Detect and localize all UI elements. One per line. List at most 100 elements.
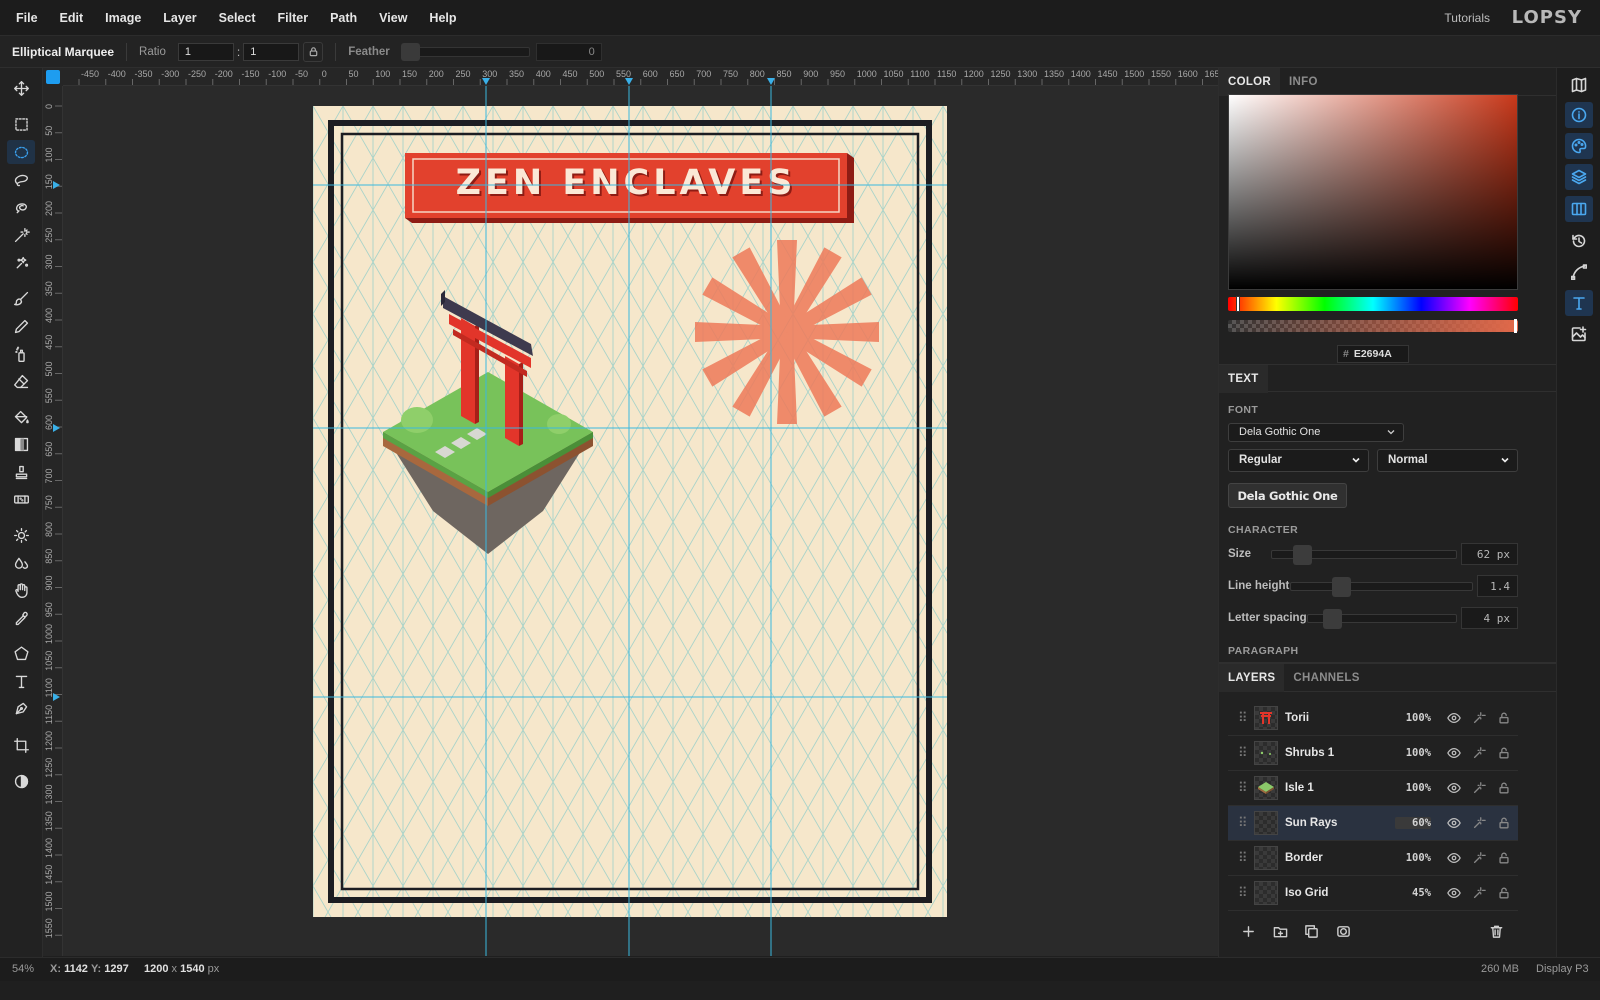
- duplicate-layer-button[interactable]: [1301, 921, 1321, 941]
- menu-view[interactable]: View: [368, 11, 418, 25]
- layer-row-isle-1[interactable]: ⠿ Isle 1 100%: [1228, 771, 1518, 806]
- lock-toggle[interactable]: [1491, 781, 1516, 795]
- menu-edit[interactable]: Edit: [49, 11, 95, 25]
- effects-button[interactable]: [1466, 816, 1491, 830]
- feather-value-input[interactable]: 0: [535, 42, 602, 61]
- vertical-ruler[interactable]: 0 50 100 150 200 250 300 350 400 450 500 550 600 650 7…: [43, 86, 63, 956]
- brush-tool[interactable]: [7, 286, 35, 310]
- color-field[interactable]: [1228, 94, 1518, 290]
- text-tool[interactable]: [7, 669, 35, 693]
- crop-tool[interactable]: [7, 733, 35, 757]
- letter-spacing-slider[interactable]: [1307, 609, 1457, 629]
- hex-input[interactable]: # E2694A: [1337, 345, 1409, 363]
- heal-tool[interactable]: [7, 487, 35, 511]
- hand-tool[interactable]: [7, 578, 35, 602]
- drag-handle-icon[interactable]: ⠿: [1238, 745, 1248, 761]
- size-slider[interactable]: [1271, 545, 1457, 565]
- guide-marker[interactable]: [482, 78, 490, 85]
- guide-marker[interactable]: [625, 78, 633, 85]
- menu-file[interactable]: File: [0, 11, 49, 25]
- layer-opacity[interactable]: 100%: [1395, 712, 1431, 724]
- size-slider-thumb[interactable]: [1293, 545, 1312, 565]
- guide-marker[interactable]: [53, 424, 60, 432]
- visibility-toggle[interactable]: [1441, 816, 1466, 830]
- menu-path[interactable]: Path: [319, 11, 368, 25]
- line-height-slider[interactable]: [1290, 577, 1473, 597]
- magic-wand-tool[interactable]: [7, 223, 35, 247]
- color-panel-button[interactable]: [1565, 133, 1593, 159]
- hue-slider-thumb[interactable]: [1236, 296, 1240, 312]
- drag-handle-icon[interactable]: ⠿: [1238, 885, 1248, 901]
- effects-button[interactable]: [1466, 781, 1491, 795]
- layer-opacity[interactable]: 45%: [1395, 887, 1431, 899]
- font-style-select[interactable]: Normal: [1377, 449, 1518, 472]
- tab-channels[interactable]: CHANNELS: [1284, 664, 1368, 692]
- visibility-toggle[interactable]: [1441, 886, 1466, 900]
- effects-button[interactable]: [1466, 851, 1491, 865]
- lasso-tool[interactable]: [7, 167, 35, 191]
- document-artboard[interactable]: ZEN ENCLAVES: [313, 106, 947, 917]
- channels-panel-button[interactable]: [1565, 196, 1593, 222]
- font-weight-select[interactable]: Regular: [1228, 449, 1369, 472]
- dodge-tool[interactable]: [7, 523, 35, 547]
- ratio-lock-button[interactable]: [303, 41, 324, 62]
- lock-toggle[interactable]: [1491, 711, 1516, 725]
- font-family-select[interactable]: Dela Gothic One: [1228, 423, 1404, 442]
- zoom-level[interactable]: 54%: [12, 963, 34, 975]
- effects-button[interactable]: [1466, 746, 1491, 760]
- history-panel-button[interactable]: [1565, 228, 1593, 254]
- feather-slider-thumb[interactable]: [400, 42, 420, 61]
- menu-image[interactable]: Image: [94, 11, 152, 25]
- guide-marker[interactable]: [767, 78, 775, 85]
- letter-spacing-slider-thumb[interactable]: [1323, 609, 1342, 629]
- alpha-slider[interactable]: [1228, 319, 1518, 333]
- drag-handle-icon[interactable]: ⠿: [1238, 850, 1248, 866]
- visibility-toggle[interactable]: [1441, 781, 1466, 795]
- layer-opacity[interactable]: 100%: [1395, 852, 1431, 864]
- letter-spacing-value-input[interactable]: 4 px: [1461, 607, 1518, 629]
- menu-filter[interactable]: Filter: [267, 11, 320, 25]
- ratio-width-input[interactable]: 1: [177, 42, 234, 61]
- guide-marker[interactable]: [53, 181, 60, 189]
- layers-panel-button[interactable]: [1565, 164, 1593, 190]
- menu-layer[interactable]: Layer: [152, 11, 207, 25]
- layer-row-shrubs-1[interactable]: ⠿ Shrubs 1 100%: [1228, 736, 1518, 771]
- layer-row-torii[interactable]: ⠿ Torii 100%: [1228, 701, 1518, 736]
- visibility-toggle[interactable]: [1441, 851, 1466, 865]
- pencil-tool[interactable]: [7, 314, 35, 338]
- add-layer-button[interactable]: [1238, 921, 1258, 941]
- gradient-tool[interactable]: [7, 432, 35, 456]
- stamp-tool[interactable]: [7, 460, 35, 484]
- effects-button[interactable]: [1466, 886, 1491, 900]
- horizontal-ruler[interactable]: -450 -400 -350 -300 -250 -200 -150 -100 -50 0 50 10…: [63, 68, 1218, 86]
- effects-button[interactable]: [1466, 711, 1491, 725]
- spray-tool[interactable]: [7, 342, 35, 366]
- info-panel-button[interactable]: [1565, 102, 1593, 128]
- map-panel-button[interactable]: [1565, 72, 1593, 98]
- text-panel-button[interactable]: [1565, 290, 1593, 316]
- canvas-area[interactable]: ZEN ENCLAVES: [63, 86, 1218, 956]
- visibility-toggle[interactable]: [1441, 746, 1466, 760]
- quick-select-tool[interactable]: [7, 251, 35, 275]
- magnetic-lasso-tool[interactable]: [7, 195, 35, 219]
- paths-panel-button[interactable]: [1565, 259, 1593, 285]
- delete-layer-button[interactable]: [1486, 921, 1506, 941]
- drag-handle-icon[interactable]: ⠿: [1238, 710, 1248, 726]
- visibility-toggle[interactable]: [1441, 711, 1466, 725]
- layer-row-iso-grid[interactable]: ⠿ Iso Grid 45%: [1228, 876, 1518, 911]
- ratio-height-input[interactable]: 1: [243, 42, 300, 61]
- lock-toggle[interactable]: [1491, 746, 1516, 760]
- mask-layer-button[interactable]: [1333, 921, 1353, 941]
- layer-opacity[interactable]: 60%: [1395, 817, 1431, 829]
- alpha-slider-thumb[interactable]: [1514, 319, 1517, 333]
- eyedropper-tool[interactable]: [7, 606, 35, 630]
- move-tool[interactable]: [7, 76, 35, 100]
- shape-tool[interactable]: [7, 641, 35, 665]
- tab-layers[interactable]: LAYERS: [1219, 664, 1285, 692]
- layer-opacity[interactable]: 100%: [1395, 747, 1431, 759]
- fill-tool[interactable]: [7, 405, 35, 429]
- ruler-origin[interactable]: [43, 68, 63, 86]
- smudge-tool[interactable]: [7, 551, 35, 575]
- tutorials-link[interactable]: Tutorials: [1444, 11, 1490, 25]
- layer-row-sun-rays[interactable]: ⠿ Sun Rays 60%: [1228, 806, 1518, 841]
